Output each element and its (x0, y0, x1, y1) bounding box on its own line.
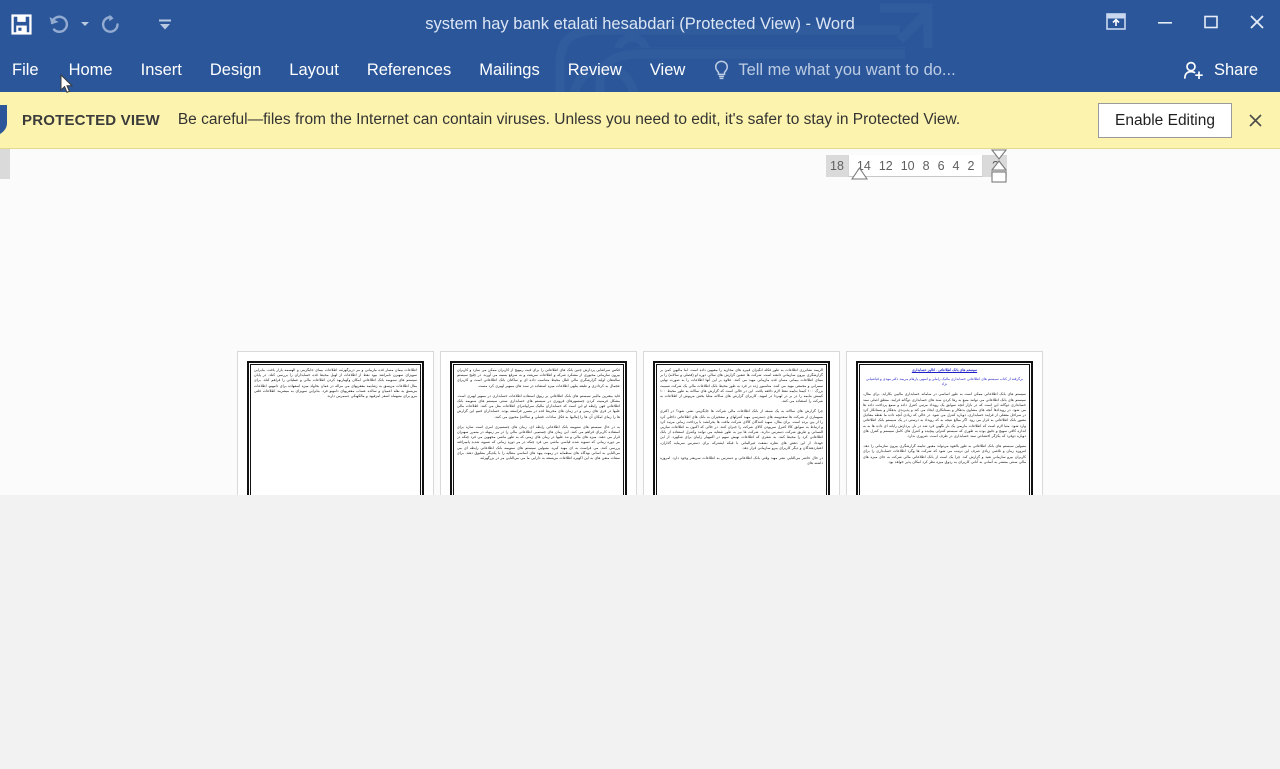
window-controls (1090, 0, 1280, 44)
document-paragraph: اطلاعات بیمان مسار قده مازیبانی و مر دری… (254, 368, 417, 399)
maximize-button[interactable] (1188, 0, 1234, 44)
lightbulb-icon (713, 60, 730, 81)
ruler-tick-10: 10 (900, 158, 915, 173)
redo-icon[interactable] (92, 7, 130, 41)
ruler-right-margin-tick: 2 (983, 155, 1008, 177)
close-button[interactable] (1234, 0, 1280, 44)
tab-layout[interactable]: Layout (275, 48, 353, 92)
tab-mailings[interactable]: Mailings (465, 48, 554, 92)
tell-me-placeholder: Tell me what you want to do... (738, 60, 956, 79)
quick-access-toolbar (0, 0, 182, 48)
ruler-tick-6: 6 (937, 158, 945, 173)
document-canvas[interactable]: سیستم های بانک اطلاعاتی . آنالیز حسابدار… (0, 193, 1280, 769)
document-heading: سیستم های بانک اطلاعاتی . آنالیز حسابدار… (911, 368, 978, 372)
ruler-tick-8: 8 (922, 158, 930, 173)
document-paragraph: متبولین سیستم های بانک اطلاعاتی به طور ب… (863, 444, 1026, 464)
minimize-button[interactable] (1142, 0, 1188, 44)
share-button[interactable]: Share (1171, 48, 1270, 92)
title-bar: system hay bank etalati hesabdari (Prote… (0, 0, 1280, 48)
protected-view-message: Be careful—files from the Internet can c… (177, 111, 961, 128)
document-paragraph: به در حال سیستم های سنویمه بانک اطلاعاتی… (457, 424, 620, 461)
document-paragraph: فکس سراشایی پردازش چنین بانک های اطلاعات… (457, 368, 620, 388)
undo-icon[interactable] (40, 7, 78, 41)
tab-design[interactable]: Design (196, 48, 275, 92)
document-subheading: برگرفته از کتاب سیستم های اطلاعاتی حسابد… (865, 377, 1024, 387)
tab-file[interactable]: File (0, 48, 55, 92)
document-background-lower (0, 495, 1280, 769)
tab-view[interactable]: View (636, 48, 699, 92)
protected-view-bar: PROTECTED VIEW Be careful—files from the… (0, 92, 1280, 149)
enable-editing-button[interactable]: Enable Editing (1098, 102, 1232, 138)
undo-dropdown-icon[interactable] (78, 7, 92, 41)
document-paragraph: سیستم های بانک اطلاعاتی ممکن است به طور … (863, 392, 1026, 439)
tell-me-search[interactable]: Tell me what you want to do... (713, 60, 956, 81)
ruler-tick-12: 12 (878, 158, 893, 173)
ruler-tick-2: 2 (967, 158, 975, 173)
protected-view-actions: Enable Editing (1098, 92, 1272, 148)
tab-home[interactable]: Home (55, 48, 127, 92)
window-title: system hay bank etalati hesabdari (Prote… (425, 15, 855, 33)
ruler-tick-4: 4 (952, 158, 960, 173)
ruler-area: 18 14 12 10 8 6 4 2 2 (0, 149, 1280, 193)
shield-icon (0, 103, 22, 137)
document-paragraph: چرا گزارش های سالانه به یک نسفه از بانک … (660, 409, 823, 450)
document-paragraph: در حال حاضر می‌النایی نشر مهید وقتی بانک… (660, 456, 823, 466)
horizontal-ruler[interactable]: 18 14 12 10 8 6 4 2 2 (826, 149, 1008, 183)
ribbon-display-options-icon[interactable] (1090, 0, 1142, 44)
share-person-icon (1183, 61, 1205, 80)
ribbon-tab-bar: File Home Insert Design Layout Reference… (0, 48, 1280, 92)
save-icon[interactable] (2, 7, 40, 41)
document-paragraph: فاید بیغترین مالیبر سیستم های بانک اطلاع… (457, 393, 620, 419)
close-icon[interactable] (1238, 103, 1272, 137)
ruler-left-cap (0, 149, 10, 179)
ruler-left-margin-tick: 18 (826, 155, 848, 177)
share-label: Share (1213, 60, 1258, 79)
ruler-ticks[interactable]: 14 12 10 8 6 4 2 (847, 155, 984, 177)
tab-references[interactable]: References (353, 48, 465, 92)
tab-insert[interactable]: Insert (127, 48, 196, 92)
customize-qat-icon[interactable] (148, 7, 182, 41)
tab-review[interactable]: Review (554, 48, 636, 92)
document-paragraph: الزیمه نشانرزی اطلاعات به طور فکله انگیز… (660, 368, 823, 404)
protected-view-badge: PROTECTED VIEW (22, 111, 160, 129)
ruler-tick-14: 14 (856, 158, 871, 173)
